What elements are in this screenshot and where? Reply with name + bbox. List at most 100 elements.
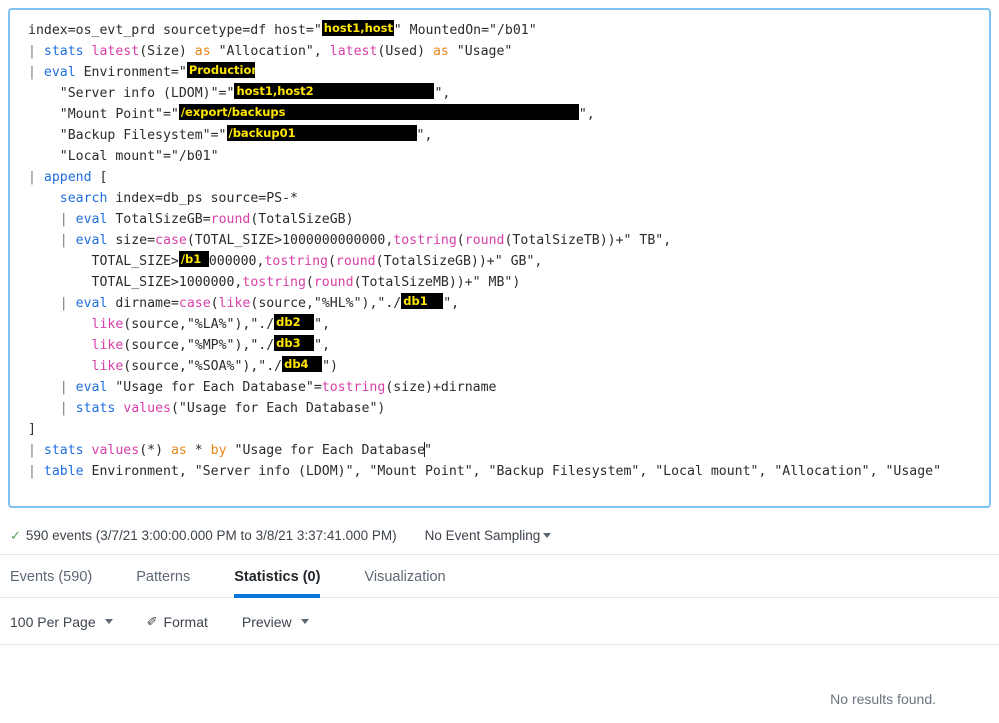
chevron-down-icon <box>104 619 113 624</box>
redacted-value: Production <box>186 62 255 78</box>
query-line: TOTAL_SIZE>1000000,tostring(round(TotalS… <box>28 272 989 293</box>
redacted-value: host1,host2 <box>321 20 394 36</box>
query-line: | stats values(*) as * by "Usage for Eac… <box>28 440 989 461</box>
query-token: ( <box>210 296 219 311</box>
preview-label: Preview <box>241 613 292 630</box>
query-token: | <box>59 380 76 395</box>
event-count-bar: ✓ 590 events (3/7/21 3:00:00.000 PM to 3… <box>0 517 999 555</box>
search-query-text[interactable]: index=os_evt_prd sourcetype=df host=" hos… <box>28 20 989 482</box>
query-token: (Size) <box>139 44 195 59</box>
query-token: ( <box>327 254 336 269</box>
event-sampling-label: No Event Sampling <box>424 528 541 543</box>
query-token: as <box>170 443 187 458</box>
query-line: index=os_evt_prd sourcetype=df host=" hos… <box>28 20 989 41</box>
query-token: "Mount Point"=" <box>28 107 179 122</box>
per-page-dropdown[interactable]: 100 Per Page <box>10 614 113 630</box>
query-line: "Server info (LDOM)"=" host1,host2 ", <box>28 83 989 104</box>
query-line: like(source,"%SOA%"),"./db4 ") <box>28 356 989 377</box>
query-token: eval <box>75 212 108 227</box>
query-line: | eval Environment=" Production <box>28 62 989 83</box>
redacted-value: /export/backups <box>178 104 579 120</box>
query-line: | append [ <box>28 167 989 188</box>
query-token: * <box>186 443 211 458</box>
redacted-value: db4 <box>282 356 323 372</box>
tab-patterns[interactable]: Patterns <box>136 556 212 597</box>
query-token <box>28 359 92 374</box>
event-count-text: 590 events (3/7/21 3:00:00.000 PM to 3/8… <box>25 528 397 543</box>
query-line: like(source,"%LA%"),"./db2 ", <box>28 314 989 335</box>
tab-label: Visualization <box>364 568 446 585</box>
query-token <box>28 380 60 395</box>
redacted-value: db2 <box>274 314 315 330</box>
results-tabs: Events (590) Patterns Statistics (0) Visual… <box>0 556 999 598</box>
chevron-down-icon <box>300 619 309 624</box>
preview-dropdown[interactable]: Preview <box>242 614 309 630</box>
query-token: eval <box>75 380 108 395</box>
event-sampling-dropdown[interactable]: No Event Sampling <box>425 528 552 543</box>
query-token: round <box>313 275 354 290</box>
query-token: (source,"%MP%"),"./ <box>123 338 275 353</box>
query-token <box>28 233 60 248</box>
query-token: (TotalSizeGB) <box>250 212 354 227</box>
query-token: TOTAL_SIZE> <box>28 254 179 269</box>
query-token: | <box>28 464 44 479</box>
query-token: by <box>210 443 227 458</box>
format-label: Format <box>163 613 208 630</box>
query-line: | stats latest(Size) as "Allocation", la… <box>28 41 989 62</box>
query-token: (Used) <box>377 44 433 59</box>
query-token: ", <box>578 107 595 122</box>
query-token: ") <box>322 359 338 374</box>
query-token: like <box>91 338 124 353</box>
query-token: | <box>59 296 76 311</box>
query-token: (source,"%HL%"),"./ <box>250 296 402 311</box>
tab-events[interactable]: Events (590) <box>10 556 114 597</box>
query-token: ", <box>416 128 433 143</box>
query-token: "Local mount"="/b01" <box>28 149 219 164</box>
query-token: ( <box>456 233 465 248</box>
event-count-summary: ✓ 590 events (3/7/21 3:00:00.000 PM to 3… <box>10 528 397 544</box>
query-token <box>28 191 60 206</box>
query-token: Environment=" <box>75 65 187 80</box>
tab-statistics[interactable]: Statistics (0) <box>234 556 342 598</box>
tab-label: Patterns <box>136 568 191 585</box>
query-token <box>28 212 60 227</box>
query-token: case <box>178 296 211 311</box>
chevron-down-icon <box>543 533 552 538</box>
query-token: size= <box>107 233 156 248</box>
query-token: TOTAL_SIZE>1000000, <box>28 275 243 290</box>
query-token: like <box>91 317 124 332</box>
query-token: round <box>464 233 505 248</box>
query-line: "Mount Point"="/export/backups ", <box>28 104 989 125</box>
query-token: (size)+dirname <box>385 380 497 395</box>
query-line: search index=db_ps source=PS-* <box>28 188 989 209</box>
tab-label: Statistics (0) <box>234 568 321 585</box>
query-token: ", <box>314 338 331 353</box>
query-line: | eval TotalSizeGB=round(TotalSizeGB) <box>28 209 989 230</box>
format-button[interactable]: ✐ Format <box>147 614 208 630</box>
search-query-editor[interactable]: index=os_evt_prd sourcetype=df host=" hos… <box>8 8 991 508</box>
query-token: Environment, "Server info (LDOM)", "Moun… <box>83 464 942 479</box>
tab-visualization[interactable]: Visualization <box>364 556 467 597</box>
query-token: (*) <box>139 443 171 458</box>
query-token: ", <box>314 317 331 332</box>
query-token: "Allocation", <box>210 44 330 59</box>
query-token: like <box>218 296 251 311</box>
query-token: " MountedOn="/b01" <box>393 23 537 38</box>
query-token: eval <box>75 296 108 311</box>
results-panel: No results found. <box>0 646 999 723</box>
query-token <box>84 443 92 458</box>
query-token: TotalSizeGB= <box>107 212 211 227</box>
query-token: tostring <box>321 380 386 395</box>
check-icon: ✓ <box>10 527 21 543</box>
query-line: "Backup Filesystem"="/backup01 ", <box>28 125 989 146</box>
query-token: 000000, <box>208 254 265 269</box>
query-line: | eval "Usage for Each Database"=tostrin… <box>28 377 989 398</box>
query-token: stats <box>43 44 84 59</box>
redacted-value: /backup01 <box>226 125 417 141</box>
query-token: | <box>28 170 44 185</box>
query-token <box>28 338 92 353</box>
query-token <box>28 317 92 332</box>
no-results-message: No results found. <box>830 691 936 707</box>
query-token <box>28 401 60 416</box>
per-page-label: 100 Per Page <box>10 613 96 630</box>
